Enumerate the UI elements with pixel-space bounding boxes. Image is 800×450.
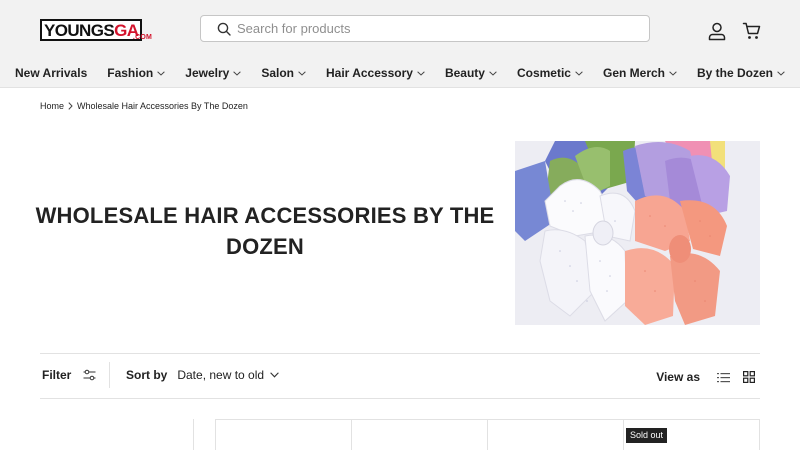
nav-item-label: Jewelry: [185, 66, 230, 80]
chevron-down-icon: [417, 70, 425, 76]
main-nav: New Arrivals Fashion Jewelry Salon Hair …: [0, 62, 800, 84]
nav-item-label: Fashion: [107, 66, 154, 80]
filter-sliders-icon: [83, 369, 96, 381]
nav-item-gen-merch[interactable]: Gen Merch: [593, 62, 687, 84]
product-card[interactable]: [488, 420, 624, 450]
filter-label: Filter: [42, 368, 72, 382]
sort-dropdown[interactable]: Sort by Date, new to old: [126, 368, 279, 382]
search-input[interactable]: [237, 21, 617, 36]
breadcrumb-current: Wholesale Hair Accessories By The Dozen: [77, 101, 248, 111]
nav-item-label: By the Dozen: [697, 66, 774, 80]
product-card[interactable]: [216, 420, 352, 450]
nav-item-new-arrivals[interactable]: New Arrivals: [5, 62, 97, 84]
breadcrumb-home-link[interactable]: Home: [40, 101, 64, 111]
search-bar[interactable]: [200, 15, 650, 42]
nav-item-label: Cosmetic: [516, 66, 571, 80]
nav-item-by-the-dozen[interactable]: By the Dozen: [687, 62, 795, 84]
breadcrumb: Home Wholesale Hair Accessories By The D…: [40, 101, 248, 111]
filter-panel-border: [193, 419, 194, 450]
view-as-control: View as: [656, 368, 760, 386]
chevron-right-icon: [68, 102, 73, 110]
nav-item-cosmetic[interactable]: Cosmetic: [507, 62, 593, 84]
product-card[interactable]: Sold out: [624, 420, 760, 450]
cart-icon[interactable]: [741, 20, 763, 42]
sort-label: Sort by: [126, 368, 168, 382]
nav-item-label: Hair Accessory: [325, 66, 413, 80]
chevron-down-icon: [270, 372, 279, 378]
chevron-down-icon: [575, 70, 583, 76]
chevron-down-icon: [669, 70, 677, 76]
chevron-down-icon: [489, 70, 497, 76]
chevron-down-icon: [233, 70, 242, 76]
divider: [40, 398, 760, 399]
product-grid: Sold out: [215, 419, 760, 450]
filter-button[interactable]: Filter: [42, 368, 96, 382]
chevron-down-icon: [157, 70, 166, 76]
search-icon[interactable]: [217, 22, 231, 36]
collection-banner-image: [515, 141, 760, 325]
nav-item-hair-accessory[interactable]: Hair Accessory: [316, 62, 435, 84]
collection-title: WHOLESALE HAIR ACCESSORIES BY THE DOZEN: [35, 203, 495, 259]
chevron-down-icon: [298, 70, 306, 76]
collection-toolbar: Filter Sort by Date, new to old View as: [40, 362, 760, 388]
store-logo[interactable]: YOUNGSGA .COM: [40, 18, 153, 44]
nav-item-jewelry[interactable]: Jewelry: [175, 62, 251, 84]
account-icon[interactable]: [706, 20, 728, 42]
divider: [40, 353, 760, 354]
grid-view-icon[interactable]: [738, 368, 760, 386]
toolbar-separator: [109, 362, 110, 388]
chevron-down-icon: [777, 70, 785, 76]
nav-item-fashion[interactable]: Fashion: [97, 62, 175, 84]
nav-item-label: New Arrivals: [14, 66, 88, 80]
list-view-icon[interactable]: [712, 368, 734, 386]
bows-illustration: [515, 141, 760, 325]
product-card[interactable]: [352, 420, 488, 450]
sold-out-badge: Sold out: [626, 428, 668, 443]
nav-item-label: Gen Merch: [602, 66, 665, 80]
nav-item-beauty[interactable]: Beauty: [435, 62, 507, 84]
nav-item-label: Beauty: [444, 66, 485, 80]
logo-box: YOUNGSGA: [40, 19, 143, 41]
logo-wordmark: YOUNGSGA: [44, 20, 139, 40]
sort-value: Date, new to old: [177, 368, 265, 382]
nav-item-label: Salon: [261, 66, 294, 80]
nav-item-salon[interactable]: Salon: [251, 62, 316, 84]
site-header: YOUNGSGA .COM New Arrivals Fashion Jewel…: [0, 0, 800, 88]
view-as-label: View as: [656, 370, 700, 384]
logo-domain: .COM: [132, 34, 152, 41]
